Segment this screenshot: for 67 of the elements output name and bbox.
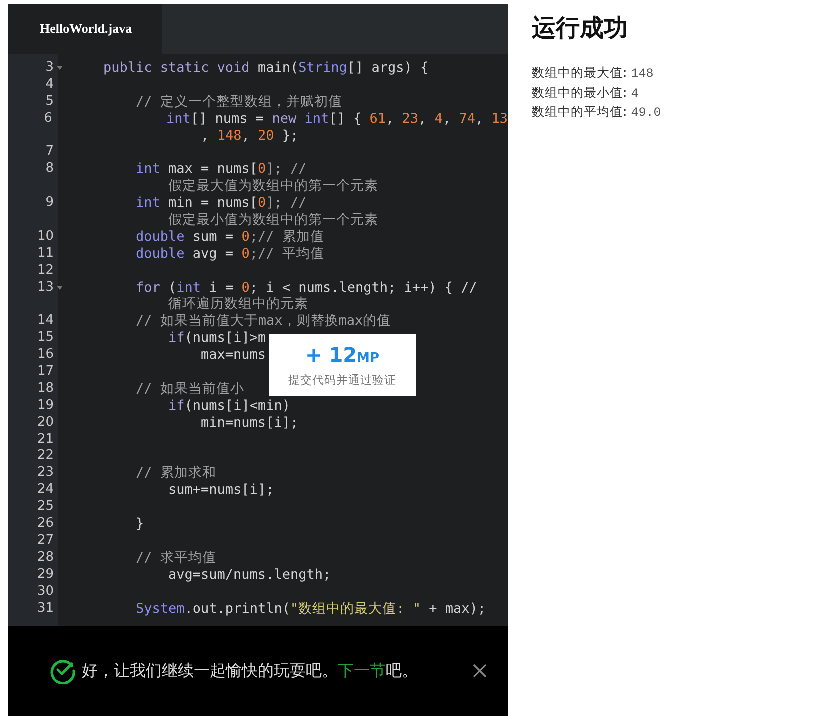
line-number: 3 [44, 60, 54, 77]
line-number: 12 [36, 262, 54, 280]
fold-caret-icon[interactable] [57, 66, 63, 70]
line-number: 15 [36, 330, 54, 348]
line-number: 8 [44, 161, 54, 178]
line-number: 21 [36, 432, 54, 448]
line-number: 30 [36, 584, 54, 600]
code-editor[interactable] [8, 54, 508, 626]
code-line: avg=sum/nums.length; [168, 566, 332, 584]
line-number: 22 [36, 448, 54, 466]
line-number: 19 [36, 398, 54, 415]
code-line: int min = nums[0]; // [135, 195, 307, 212]
code-line: max=nums [200, 347, 266, 364]
line-number: 5 [44, 94, 54, 111]
line-number: 16 [36, 347, 54, 364]
line-number: 7 [44, 144, 54, 162]
code-line: public static void main(String[] args) { [102, 60, 429, 77]
close-icon[interactable] [472, 663, 488, 679]
line-number: 29 [36, 566, 54, 584]
code-line: sum+=nums[i]; [168, 482, 274, 500]
code-line: // 如果当前值小 [135, 380, 244, 398]
code-line: int[] nums = new int[] { 61, 23, 4, 74, 13 [166, 110, 508, 128]
code-line: for (int i = 0; i < nums.length; i++) { // [135, 280, 478, 296]
line-number: 23 [36, 465, 54, 482]
code-line: min=nums[i]; [200, 414, 299, 432]
line-number: 31 [36, 600, 54, 618]
line-number: 28 [36, 550, 54, 567]
fold-caret-icon[interactable] [57, 286, 63, 290]
line-number: 18 [36, 380, 54, 398]
code-line: if(nums[i]<min) [168, 398, 290, 415]
code-line: , 148, 20 }; [200, 128, 299, 144]
code-line: int max = nums[0]; // [135, 161, 307, 178]
line-number: 6 [43, 110, 52, 128]
next-section-link[interactable]: 下一节 [338, 660, 386, 680]
output-line: 数组中的最大值: 148 [532, 64, 655, 83]
line-number: 13 [36, 280, 54, 296]
code-line: 假定最大值为数组中的第一个元素 [168, 178, 379, 196]
reward-amount: + 12MP [305, 342, 380, 366]
code-line: // 累加求和 [135, 465, 216, 482]
code-line: // 如果当前值大于max，则替换max的值 [135, 313, 392, 330]
result-title: 运行成功 [532, 13, 629, 44]
line-number: 9 [44, 195, 54, 212]
check-circle-icon [50, 658, 76, 684]
code-line: System.out.println("数组中的最大值: " + max); [135, 600, 486, 618]
line-number: 11 [36, 246, 54, 263]
line-number: 24 [36, 482, 54, 500]
line-number: 10 [36, 228, 54, 246]
output-line: 数组中的最小值: 4 [532, 84, 640, 102]
code-line: } [135, 516, 144, 533]
code-line: // 定义一个整型数组，并赋初值 [135, 94, 342, 111]
code-line: // 求平均值 [135, 550, 216, 567]
code-line: 循环遍历数组中的元素 [168, 296, 309, 314]
line-number: 25 [36, 499, 54, 516]
output-line: 数组中的平均值: 49.0 [532, 103, 662, 122]
code-line: if(nums[i]>m [168, 330, 266, 348]
line-number: 4 [44, 76, 54, 94]
file-tab[interactable]: HelloWorld.java [8, 4, 162, 54]
reward-caption: 提交代码并通过验证 [288, 372, 396, 388]
line-number: 17 [36, 364, 54, 381]
line-number: 27 [36, 532, 54, 550]
line-number: 14 [36, 313, 54, 330]
line-number: 20 [36, 414, 54, 432]
line-number: 26 [36, 516, 54, 533]
code-line: 假定最小值为数组中的第一个元素 [168, 212, 379, 229]
code-line: double avg = 0;// 平均值 [135, 246, 324, 263]
code-line: double sum = 0;// 累加值 [135, 228, 324, 246]
notice-text: 好，让我们继续一起愉快的玩耍吧。下一节吧。 [82, 660, 419, 682]
